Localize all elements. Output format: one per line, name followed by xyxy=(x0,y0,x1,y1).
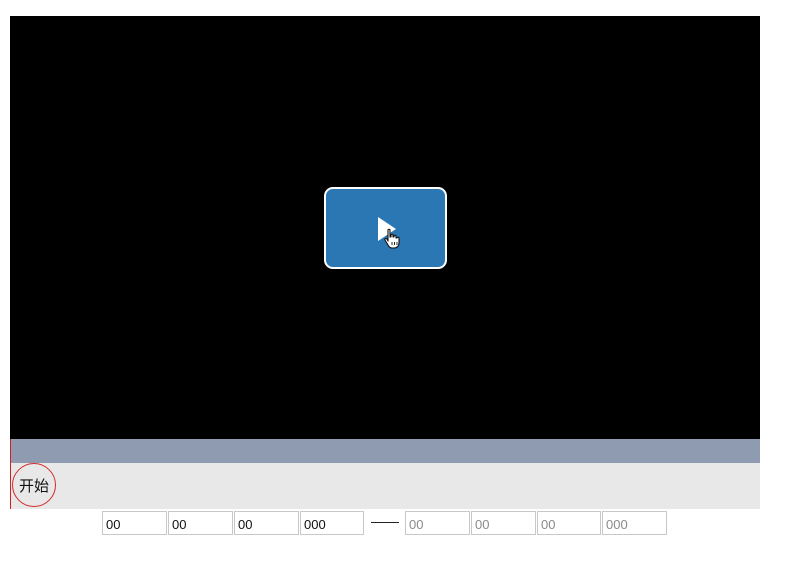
progress-bar[interactable] xyxy=(10,439,760,463)
start-button-label: 开始 xyxy=(18,477,49,495)
start-hours-field[interactable] xyxy=(102,511,167,535)
start-minutes-field[interactable] xyxy=(168,511,233,535)
end-seconds-field[interactable] xyxy=(537,511,601,535)
playhead-marker[interactable] xyxy=(10,439,11,463)
start-button[interactable]: 开始 xyxy=(12,463,56,507)
play-icon xyxy=(378,217,400,249)
range-separator xyxy=(371,522,399,523)
end-hours-field[interactable] xyxy=(405,511,470,535)
big-play-button[interactable] xyxy=(324,187,447,269)
playhead-line xyxy=(10,463,11,509)
video-player[interactable] xyxy=(10,16,760,439)
end-milliseconds-field[interactable] xyxy=(602,511,667,535)
control-bar: 开始 xyxy=(10,463,760,509)
end-minutes-field[interactable] xyxy=(471,511,536,535)
start-seconds-field[interactable] xyxy=(234,511,299,535)
start-milliseconds-field[interactable] xyxy=(300,511,364,535)
